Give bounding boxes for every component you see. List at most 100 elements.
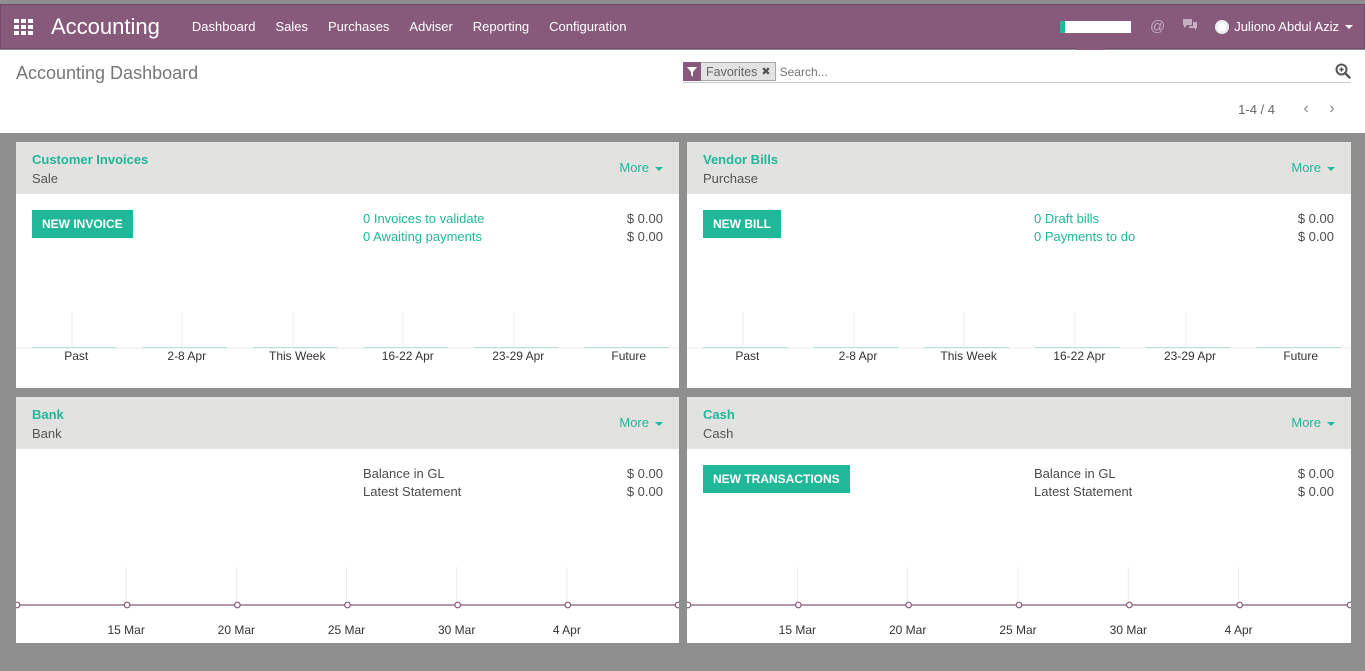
menu-item-purchases[interactable]: Purchases — [328, 19, 389, 34]
x-tick-label: 2-8 Apr — [839, 349, 878, 363]
x-tick-label: 25 Mar — [999, 623, 1036, 637]
search-input[interactable] — [779, 64, 1300, 79]
latest-statement-label: Latest Statement — [363, 484, 462, 499]
chart-bar — [584, 347, 669, 348]
facet-label: Favorites — [706, 64, 758, 79]
chevron-left-icon[interactable]: ‹ — [1299, 100, 1313, 118]
more-dropdown[interactable]: More — [1291, 160, 1335, 175]
card-title[interactable]: Cash — [703, 407, 735, 422]
journal-card-bank: Bank Bank More Balance in GL $ 0.00 Late… — [16, 397, 679, 643]
caret-down-icon — [655, 166, 663, 171]
chart-bar — [474, 347, 559, 348]
chart-bar — [1145, 347, 1231, 348]
journal-card-vendor-bills: Vendor Bills Purchase More NEW BILL 0 Dr… — [687, 142, 1351, 388]
draft-bills-link[interactable]: 0 Draft bills — [1034, 210, 1099, 228]
card-title[interactable]: Customer Invoices — [32, 152, 148, 167]
search-icon[interactable] — [1335, 63, 1351, 82]
search-facet: Favorites ✖ — [683, 62, 776, 81]
card-header: Customer Invoices Sale More — [16, 142, 679, 194]
stat-row: 0 Invoices to validate $ 0.00 — [363, 210, 663, 228]
navbar-right: @ Juliono Abdul Aziz — [1059, 5, 1364, 48]
stat-row: Balance in GL $ 0.00 — [363, 465, 663, 483]
data-point — [905, 601, 913, 609]
menu-item-adviser[interactable]: Adviser — [409, 19, 452, 34]
chart-bar — [813, 347, 899, 348]
data-point — [674, 601, 679, 609]
chart-bar — [703, 347, 788, 348]
card-title[interactable]: Bank — [32, 407, 64, 422]
new-invoice-button[interactable]: NEW INVOICE — [32, 210, 133, 238]
x-tick-label: 20 Mar — [889, 623, 926, 637]
stat-value: $ 0.00 — [626, 229, 663, 244]
awaiting-payments-link[interactable]: 0 Awaiting payments — [363, 228, 482, 246]
x-tick-label: 16-22 Apr — [382, 349, 434, 363]
user-menu[interactable]: Juliono Abdul Aziz — [1215, 19, 1353, 34]
more-label: More — [619, 160, 649, 175]
more-dropdown[interactable]: More — [619, 415, 663, 430]
pager: 1-4 / 4 ‹ › — [1238, 100, 1339, 118]
data-point — [123, 601, 131, 609]
data-point — [454, 601, 462, 609]
card-subtitle: Bank — [32, 426, 62, 441]
more-dropdown[interactable]: More — [619, 160, 663, 175]
data-point — [794, 601, 802, 609]
avatar — [1215, 19, 1230, 34]
data-point — [1125, 601, 1133, 609]
pager-value[interactable]: 1-4 / 4 — [1238, 102, 1275, 117]
chart-bar — [32, 347, 117, 348]
stat-value: $ 0.00 — [1297, 484, 1334, 499]
chart-bar — [1035, 347, 1120, 348]
balance-in-gl-label: Balance in GL — [1034, 466, 1116, 481]
data-point — [233, 601, 241, 609]
stat-row: 0 Payments to do $ 0.00 — [1034, 228, 1334, 246]
payments-to-do-link[interactable]: 0 Payments to do — [1034, 228, 1135, 246]
card-header: Cash Cash More — [687, 397, 1351, 449]
mention-icon[interactable]: @ — [1150, 18, 1165, 35]
stat-value: $ 0.00 — [1297, 229, 1334, 244]
more-dropdown[interactable]: More — [1291, 415, 1335, 430]
top-navbar: Accounting Dashboard Sales Purchases Adv… — [0, 4, 1365, 49]
filter-icon — [683, 62, 701, 81]
card-subtitle: Purchase — [703, 171, 758, 186]
x-tick-label: 4 Apr — [553, 623, 581, 637]
remove-facet-icon[interactable]: ✖ — [761, 65, 774, 78]
data-point — [16, 601, 21, 609]
bar-chart: Past 2-8 Apr This Week 16-22 Apr 23-29 Apr Fu… — [687, 312, 1351, 363]
x-tick-label: This Week — [269, 349, 326, 363]
card-stats: Balance in GL $ 0.00 Latest Statement $ … — [1034, 465, 1334, 501]
menu-item-dashboard[interactable]: Dashboard — [192, 19, 256, 34]
balance-in-gl-label: Balance in GL — [363, 466, 445, 481]
stat-value: $ 0.00 — [626, 466, 663, 481]
more-label: More — [1291, 415, 1321, 430]
invoices-to-validate-link[interactable]: 0 Invoices to validate — [363, 210, 484, 228]
latest-statement-label: Latest Statement — [1034, 484, 1133, 499]
menu-item-configuration[interactable]: Configuration — [549, 19, 626, 34]
chevron-right-icon[interactable]: › — [1325, 100, 1339, 118]
chart-bar — [363, 347, 448, 348]
control-panel: Accounting Dashboard Favorites ✖ 1-4 / 4… — [0, 50, 1365, 133]
new-transactions-button[interactable]: NEW TRANSACTIONS — [703, 465, 850, 493]
apps-grid-icon[interactable] — [14, 18, 34, 35]
x-tick-label: 30 Mar — [1110, 623, 1147, 637]
x-tick-label: Past — [64, 349, 89, 363]
app-title: Accounting — [51, 13, 160, 39]
menu-item-reporting[interactable]: Reporting — [473, 19, 529, 34]
new-bill-button[interactable]: NEW BILL — [703, 210, 781, 238]
stat-row: Latest Statement $ 0.00 — [1034, 483, 1334, 501]
x-tick-label: 15 Mar — [107, 623, 144, 637]
main-menu: Dashboard Sales Purchases Adviser Report… — [192, 19, 647, 34]
x-tick-label: 20 Mar — [218, 623, 255, 637]
card-stats: 0 Draft bills $ 0.00 0 Payments to do $ … — [1034, 210, 1334, 246]
x-tick-label: 15 Mar — [779, 623, 816, 637]
menu-item-sales[interactable]: Sales — [275, 19, 308, 34]
chart-bar — [1256, 347, 1341, 348]
chat-icon[interactable] — [1182, 18, 1198, 35]
card-title[interactable]: Vendor Bills — [703, 152, 778, 167]
card-header: Vendor Bills Purchase More — [687, 142, 1351, 194]
stat-row: 0 Awaiting payments $ 0.00 — [363, 228, 663, 246]
chart-bar — [924, 347, 1009, 348]
card-stats: Balance in GL $ 0.00 Latest Statement $ … — [363, 465, 663, 501]
chevron-down-icon — [1345, 24, 1353, 29]
x-tick-label: 23-29 Apr — [492, 349, 544, 363]
data-point — [1346, 601, 1351, 609]
